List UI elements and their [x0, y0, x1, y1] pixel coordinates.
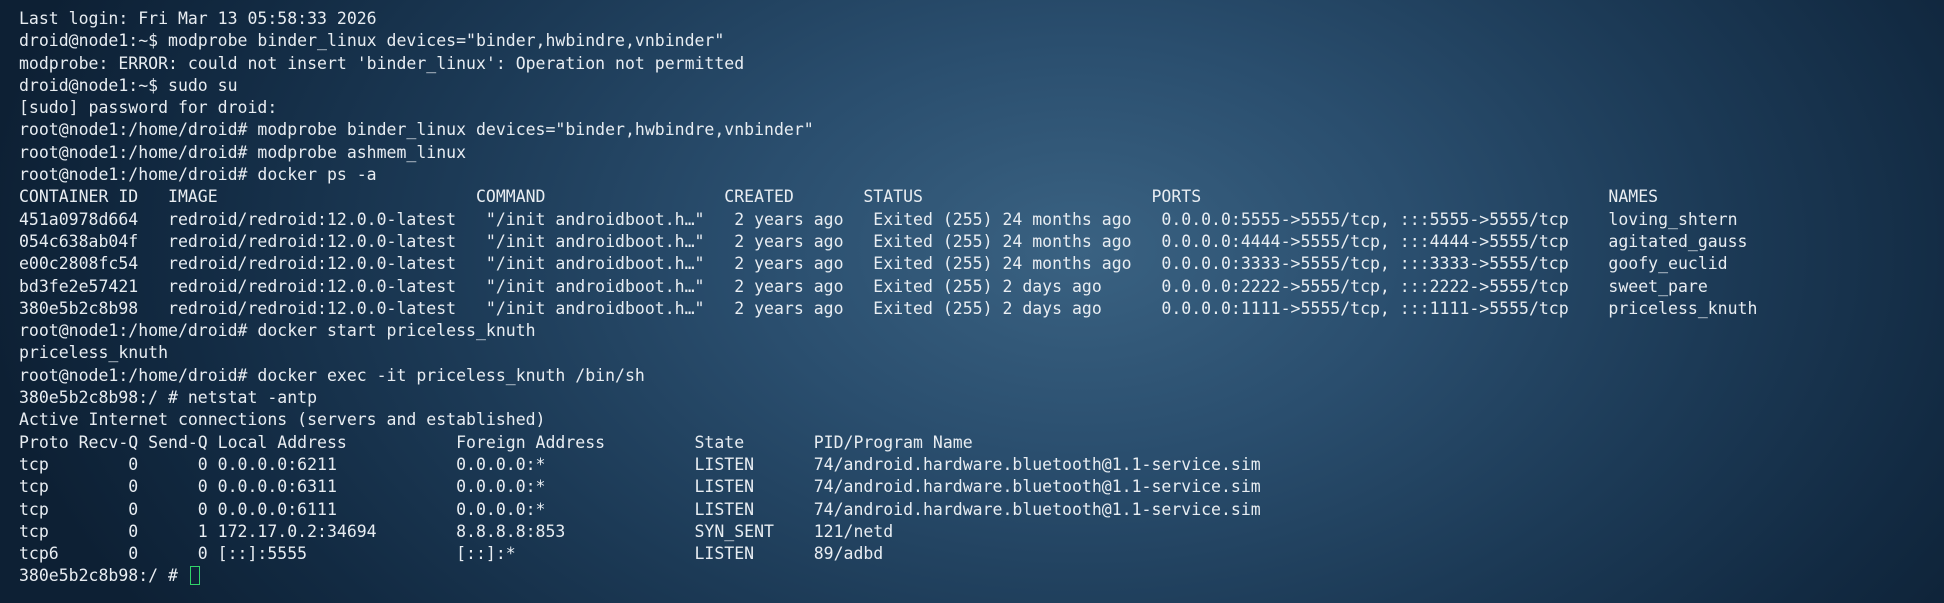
terminal-input-line[interactable]: 380e5b2c8b98:/ # [19, 565, 1929, 587]
terminal-line: Last login: Fri Mar 13 05:58:33 2026 [19, 9, 377, 28]
terminal-line: root@node1:/home/droid# docker start pri… [19, 321, 536, 341]
docker-ps-row: e00c2808fc54 redroid/redroid:12.0.0-late… [19, 254, 1728, 274]
terminal-line: [sudo] password for droid: [19, 98, 278, 118]
docker-ps-row: 054c638ab04f redroid/redroid:12.0.0-late… [19, 231, 1748, 251]
docker-ps-row: 380e5b2c8b98 redroid/redroid:12.0.0-late… [19, 298, 1758, 318]
docker-ps-row: bd3fe2e57421 redroid/redroid:12.0.0-late… [19, 276, 1708, 296]
terminal-window[interactable]: Last login: Fri Mar 13 05:58:33 2026 dro… [19, 8, 1929, 598]
terminal-line: root@node1:/home/droid# modprobe binder_… [19, 120, 814, 140]
terminal-cursor [189, 566, 200, 586]
terminal-line: 380e5b2c8b98:/ # netstat -antp [19, 388, 318, 408]
terminal-line: priceless_knuth [19, 343, 169, 363]
netstat-row: tcp 0 0 0.0.0.0:6211 0.0.0.0:* LISTEN 74… [19, 454, 1261, 474]
netstat-row: tcp 0 1 172.17.0.2:34694 8.8.8.8:853 SYN… [19, 521, 894, 541]
netstat-row: tcp 0 0 0.0.0.0:6111 0.0.0.0:* LISTEN 74… [19, 499, 1261, 519]
netstat-row: tcp6 0 0 [::]:5555 [::]:* LISTEN 89/adbd [19, 544, 884, 564]
terminal-line: droid@node1:~$ sudo su [19, 75, 238, 95]
terminal-line: modprobe: ERROR: could not insert 'binde… [19, 53, 745, 73]
netstat-row: tcp 0 0 0.0.0.0:6311 0.0.0.0:* LISTEN 74… [19, 477, 1261, 497]
docker-ps-row: 451a0978d664 redroid/redroid:12.0.0-late… [19, 209, 1738, 229]
docker-ps-header: CONTAINER ID IMAGE COMMAND CREATED STATU… [19, 187, 1659, 207]
netstat-header: Proto Recv-Q Send-Q Local Address Foreig… [19, 432, 973, 452]
terminal-line: root@node1:/home/droid# docker ps -a [19, 165, 377, 185]
terminal-line: Active Internet connections (servers and… [19, 410, 546, 430]
terminal-line: root@node1:/home/droid# modprobe ashmem_… [19, 142, 467, 162]
terminal-line: root@node1:/home/droid# docker exec -it … [19, 365, 645, 385]
shell-prompt: 380e5b2c8b98:/ # [19, 566, 188, 586]
terminal-line: droid@node1:~$ modprobe binder_linux dev… [19, 31, 725, 51]
